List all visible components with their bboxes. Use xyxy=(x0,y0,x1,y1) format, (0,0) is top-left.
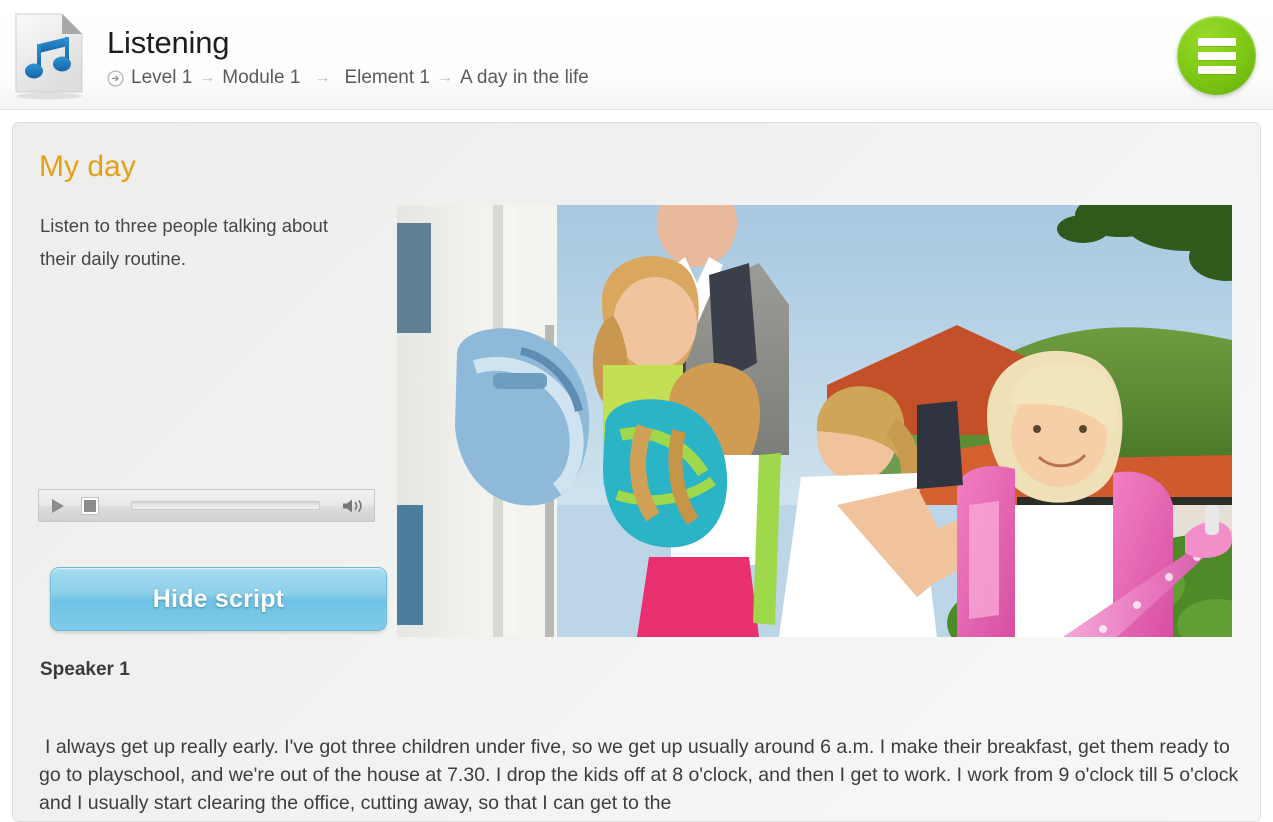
breadcrumb-item-module[interactable]: Module 1 xyxy=(222,67,300,89)
play-icon xyxy=(51,498,64,513)
breadcrumb-item-level[interactable]: Level 1 xyxy=(131,67,192,89)
breadcrumb-item-element[interactable]: Element 1 xyxy=(344,67,430,89)
app-header: Listening Level 1 → Module 1 → Element 1… xyxy=(0,0,1273,110)
play-button[interactable] xyxy=(39,489,73,522)
audio-progress-slider[interactable] xyxy=(131,501,320,510)
hamburger-menu-icon xyxy=(1197,51,1236,60)
volume-button[interactable] xyxy=(332,489,374,522)
lesson-panel: My day Listen to three people talking ab… xyxy=(12,122,1261,822)
breadcrumb-item-current[interactable]: A day in the life xyxy=(460,67,589,89)
lesson-photo xyxy=(397,205,1232,637)
hamburger-menu-icon xyxy=(1197,65,1236,74)
breadcrumb-separator-icon: → xyxy=(437,69,453,86)
title-block: Listening Level 1 → Module 1 → Element 1… xyxy=(107,24,589,90)
hamburger-menu-icon xyxy=(1197,37,1236,46)
volume-speaker-icon xyxy=(343,499,362,512)
breadcrumb-separator-icon: → xyxy=(314,69,331,86)
hide-script-button[interactable]: Hide script xyxy=(50,567,387,631)
breadcrumb: Level 1 → Module 1 → Element 1 → A day i… xyxy=(107,66,589,90)
audio-player[interactable] xyxy=(38,489,375,522)
breadcrumb-separator-icon: → xyxy=(199,69,216,86)
stop-icon xyxy=(82,497,98,514)
transcript-text: I always get up really early. I've got t… xyxy=(39,736,1239,814)
lesson-title: My day xyxy=(39,150,136,183)
lesson-description: Listen to three people talking about the… xyxy=(40,215,328,269)
circle-arrow-icon xyxy=(107,69,124,87)
page-title: Listening xyxy=(107,25,230,60)
audio-file-icon xyxy=(10,8,90,100)
stop-button[interactable] xyxy=(73,489,107,522)
hamburger-menu-button[interactable] xyxy=(1177,16,1256,95)
speaker-label: Speaker 1 xyxy=(40,659,130,680)
